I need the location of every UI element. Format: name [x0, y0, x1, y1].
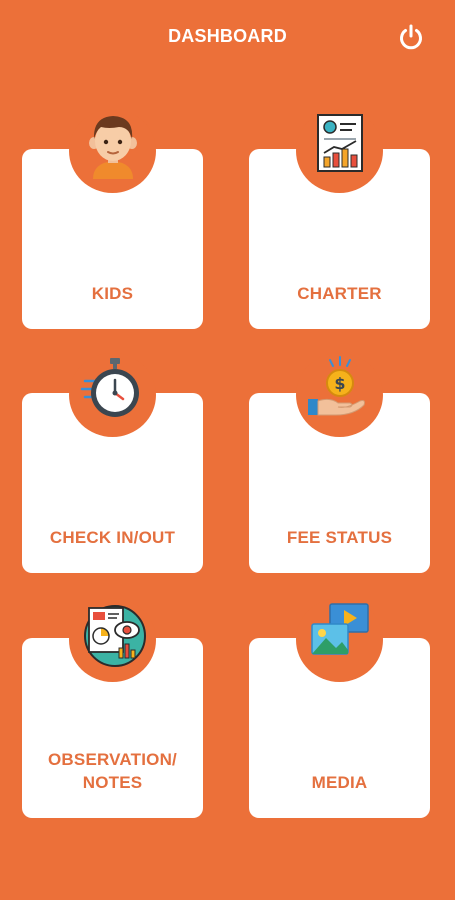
tile-label: CHARTER	[297, 284, 382, 303]
page-title: DASHBOARD	[168, 26, 287, 46]
tile-observation-notes[interactable]: OBSERVATION/ NOTES	[22, 598, 203, 818]
power-icon	[400, 24, 422, 50]
stopwatch-icon	[80, 358, 139, 417]
tile-label: CHECK IN/OUT	[49, 528, 176, 547]
child-face-icon	[89, 116, 137, 179]
tile-kids[interactable]: KIDS	[22, 109, 203, 329]
logout-button[interactable]	[396, 22, 426, 52]
tile-label: FEE STATUS	[286, 528, 393, 547]
tile-charter[interactable]: CHARTER	[249, 109, 430, 329]
tile-label: MEDIA	[311, 773, 368, 792]
coin-hand-icon: $	[308, 356, 365, 416]
tile-fee-status[interactable]: $ FEE STATUS	[249, 353, 430, 573]
tile-label: KIDS	[91, 284, 134, 303]
media-gallery-icon	[311, 603, 369, 655]
tile-label: OBSERVATION/ NOTES	[48, 750, 177, 792]
observation-report-icon	[84, 605, 146, 667]
tile-check-in-out[interactable]: CHECK IN/OUT	[22, 353, 203, 573]
charter-document-icon	[317, 114, 363, 172]
app-header: DASHBOARD	[0, 0, 455, 74]
tile-media[interactable]: MEDIA	[249, 598, 430, 818]
svg-text:$: $	[334, 374, 345, 393]
